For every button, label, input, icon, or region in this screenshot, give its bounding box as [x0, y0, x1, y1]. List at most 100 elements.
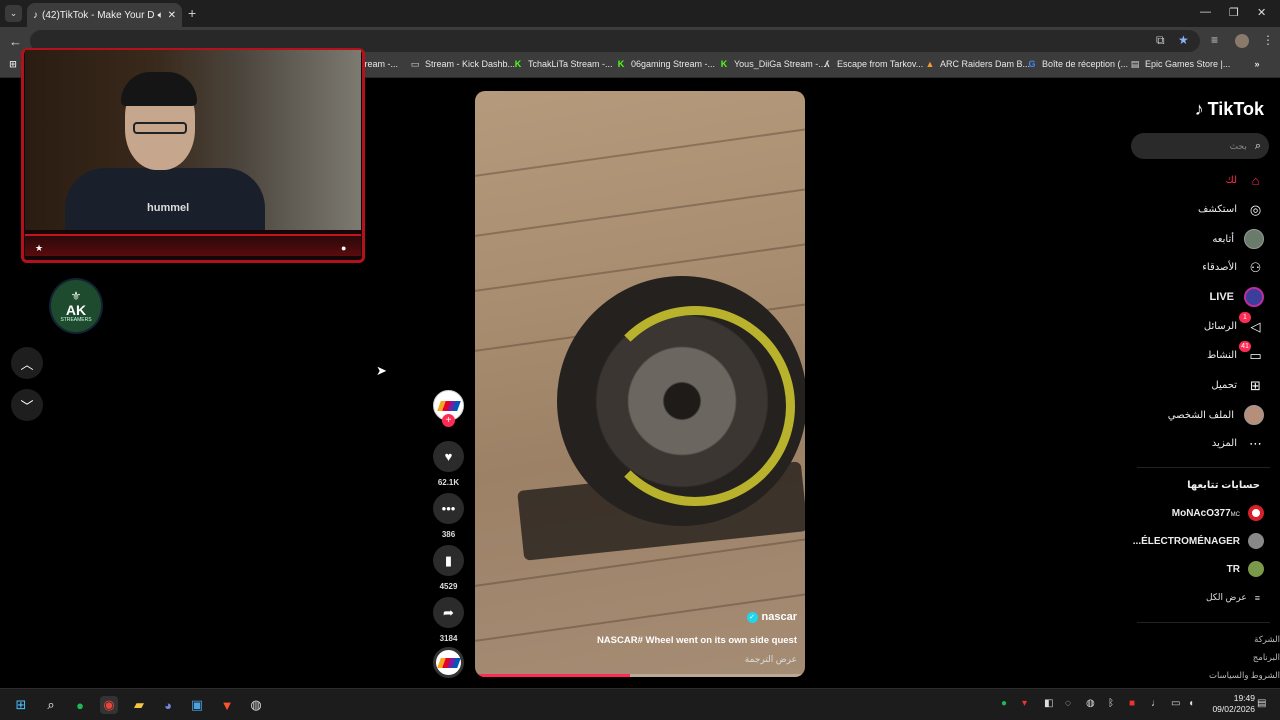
maximize-icon[interactable]: ❐ — [1229, 6, 1239, 19]
search-placeholder: بحث — [1229, 140, 1247, 151]
next-video-button[interactable]: ﹀ — [11, 389, 43, 421]
page-icon: ▭ — [410, 58, 420, 69]
see-translation-link[interactable]: عرض الترجمة — [745, 654, 797, 665]
bluetooth-icon[interactable]: ᛒ — [1108, 698, 1114, 709]
bookmark-item[interactable]: ▲ ARC Raiders Dam B... — [925, 59, 1031, 69]
share-action: ➦ 3184 — [433, 597, 464, 643]
following-account[interactable]: MoNAcO377MC — [1172, 505, 1264, 521]
windows-start-icon[interactable]: ⊞ — [12, 696, 30, 714]
chrome-icon[interactable]: ◉ — [100, 696, 118, 714]
bookmark-item[interactable]: ʎ Escape from Tarkov... — [822, 59, 923, 69]
follow-button[interactable]: + — [442, 414, 455, 427]
brave-icon[interactable]: ▼ — [218, 696, 236, 714]
nav-upload[interactable]: تحميل ⊞ — [1211, 377, 1264, 394]
friends-icon: ⚇ — [1249, 259, 1262, 275]
nav-live[interactable]: LIVE — [1210, 287, 1264, 307]
cast-icon[interactable]: ⧉ — [1156, 33, 1165, 48]
bookmark-item[interactable]: K Yous_DiiGa Stream -... — [719, 59, 826, 69]
volume-icon[interactable]: ◖ — [1188, 698, 1194, 709]
webcam-video: hummel — [25, 50, 361, 230]
nav-label: المزيد — [1211, 438, 1237, 449]
following-account[interactable]: TR — [1227, 561, 1264, 577]
footer-link-company[interactable]: الشركة — [1254, 634, 1280, 645]
nav-more[interactable]: المزيد ⋯ — [1212, 435, 1264, 452]
close-window-icon[interactable]: ✕ — [1257, 6, 1266, 19]
following-avatar — [1244, 229, 1264, 249]
spotify-tray-icon[interactable]: ● — [1001, 698, 1007, 709]
verified-icon: ✓ — [746, 611, 758, 623]
chrome-menu-icon[interactable]: ⋮ — [1262, 33, 1274, 47]
bookmark-item[interactable]: K 06gaming Stream -... — [616, 59, 715, 69]
show-all-link[interactable]: عرض الكل ≡ — [1206, 592, 1260, 603]
footer-link-program[interactable]: البرنامج — [1253, 652, 1280, 663]
comment-icon[interactable]: ••• — [433, 493, 464, 524]
search-taskbar-icon[interactable]: ⌕ — [42, 696, 60, 714]
notification-icon[interactable]: ▤ — [1257, 698, 1266, 709]
file-explorer-icon[interactable]: ▰ — [130, 696, 148, 714]
video-author[interactable]: ✓ nascar — [746, 611, 797, 623]
bookmark-label: Epic Games Store |... — [1145, 59, 1231, 69]
steam-tray-icon[interactable]: ◍ — [1086, 698, 1095, 709]
bookmarks-overflow-icon[interactable]: » — [1252, 59, 1262, 69]
tab-close-icon[interactable]: ✕ — [168, 10, 176, 21]
speaker-icon[interactable]: 🔈︎ — [158, 10, 164, 21]
save-action: ▮ 4529 — [433, 545, 464, 591]
nav-label: استكشف — [1198, 204, 1237, 215]
bookmark-item[interactable]: ▤ Epic Games Store |... — [1130, 58, 1231, 70]
nav-profile[interactable]: الملف الشخصي — [1168, 405, 1264, 425]
discord-icon[interactable]: ◕ — [159, 696, 177, 714]
nav-following[interactable]: أتابعه — [1212, 229, 1264, 249]
new-tab-button[interactable]: + — [188, 5, 196, 21]
arc-raiders-icon: ▲ — [925, 59, 935, 69]
bookmark-label: Yous_DiiGa Stream -... — [734, 59, 826, 69]
minimize-icon[interactable]: — — [1200, 6, 1211, 18]
previous-video-button[interactable]: ︿ — [11, 347, 43, 379]
tray-app-icon[interactable]: ◧ — [1044, 698, 1053, 709]
nav-friends[interactable]: الأصدقاء ⚇ — [1202, 259, 1264, 276]
home-icon: ⌂ — [1251, 173, 1260, 188]
bookmark-star-icon[interactable]: ★ — [1178, 33, 1189, 47]
search-icon[interactable]: ⌕ — [1255, 140, 1261, 153]
search-input[interactable]: بحث ⌕ — [1131, 133, 1269, 159]
bookmark-item[interactable]: ▭ Stream - Kick Dashb... — [410, 58, 516, 70]
tab-search-button[interactable]: ⌄ — [5, 5, 22, 22]
footer-link-terms[interactable]: الشروط والسياسات — [1209, 670, 1280, 681]
nav-for-you[interactable]: لك ⌂ — [1226, 172, 1264, 189]
tray-app-icon[interactable]: ◌ — [1065, 698, 1071, 709]
reading-list-icon[interactable]: ≡ — [1211, 33, 1218, 47]
bookmark-item[interactable]: G Boîte de réception (... — [1027, 59, 1128, 69]
tab-tiktok[interactable]: ♪ (42)TikTok - Make Your Day 🔈︎ ✕ — [27, 3, 182, 27]
profile-avatar-chrome[interactable] — [1235, 34, 1249, 48]
bookmark-icon[interactable]: ▮ — [433, 545, 464, 576]
list-icon: ≡ — [1254, 592, 1260, 603]
bookmark-item[interactable]: K TchakLiTa Stream -... — [513, 59, 613, 69]
bookmark-label: Stream - Kick Dashb... — [425, 59, 516, 69]
microphone-icon[interactable]: ♩ — [1151, 698, 1161, 709]
network-icon[interactable]: ▭ — [1171, 698, 1180, 709]
video-player[interactable]: ✓ nascar NASCAR# Wheel went on its own s… — [475, 91, 805, 677]
mic-tray-icon[interactable]: ▾ — [1022, 698, 1027, 709]
account-name: ...ÉLECTROMÉNAGER — [1132, 535, 1240, 547]
share-icon[interactable]: ➦ — [433, 597, 464, 628]
nav-label: الرسائل — [1203, 321, 1237, 332]
record-tray-icon[interactable]: ■ — [1129, 698, 1135, 709]
video-progress-bar[interactable] — [475, 674, 805, 677]
system-clock[interactable]: 19:49 09/02/2026 — [1205, 693, 1255, 715]
tiktok-logo[interactable]: ♪ TikTok — [1195, 99, 1264, 120]
wings-icon: ⚜ — [70, 289, 82, 303]
nav-messages[interactable]: الرسائل ◁ 1 — [1203, 312, 1264, 335]
photos-icon[interactable]: ▣ — [188, 696, 206, 714]
spotify-icon[interactable]: ● — [71, 696, 89, 714]
logo-subtext: STREAMERS — [60, 317, 92, 323]
sound-disc[interactable] — [433, 647, 464, 678]
activity-icon: ▭ 41 — [1239, 341, 1264, 364]
nav-explore[interactable]: استكشف ◎ — [1198, 201, 1264, 218]
heart-icon[interactable]: ♥ — [433, 441, 464, 472]
account-name: TR — [1226, 563, 1240, 575]
obs-icon[interactable]: ◍ — [247, 696, 265, 714]
following-account[interactable]: ...ÉLECTROMÉNAGER — [1133, 533, 1264, 549]
nav-activity[interactable]: النشاط ▭ 41 — [1207, 341, 1264, 364]
epic-games-icon: ▤ — [1130, 58, 1140, 69]
like-count: 62.1K — [437, 478, 460, 487]
nav-label: LIVE — [1209, 291, 1234, 303]
